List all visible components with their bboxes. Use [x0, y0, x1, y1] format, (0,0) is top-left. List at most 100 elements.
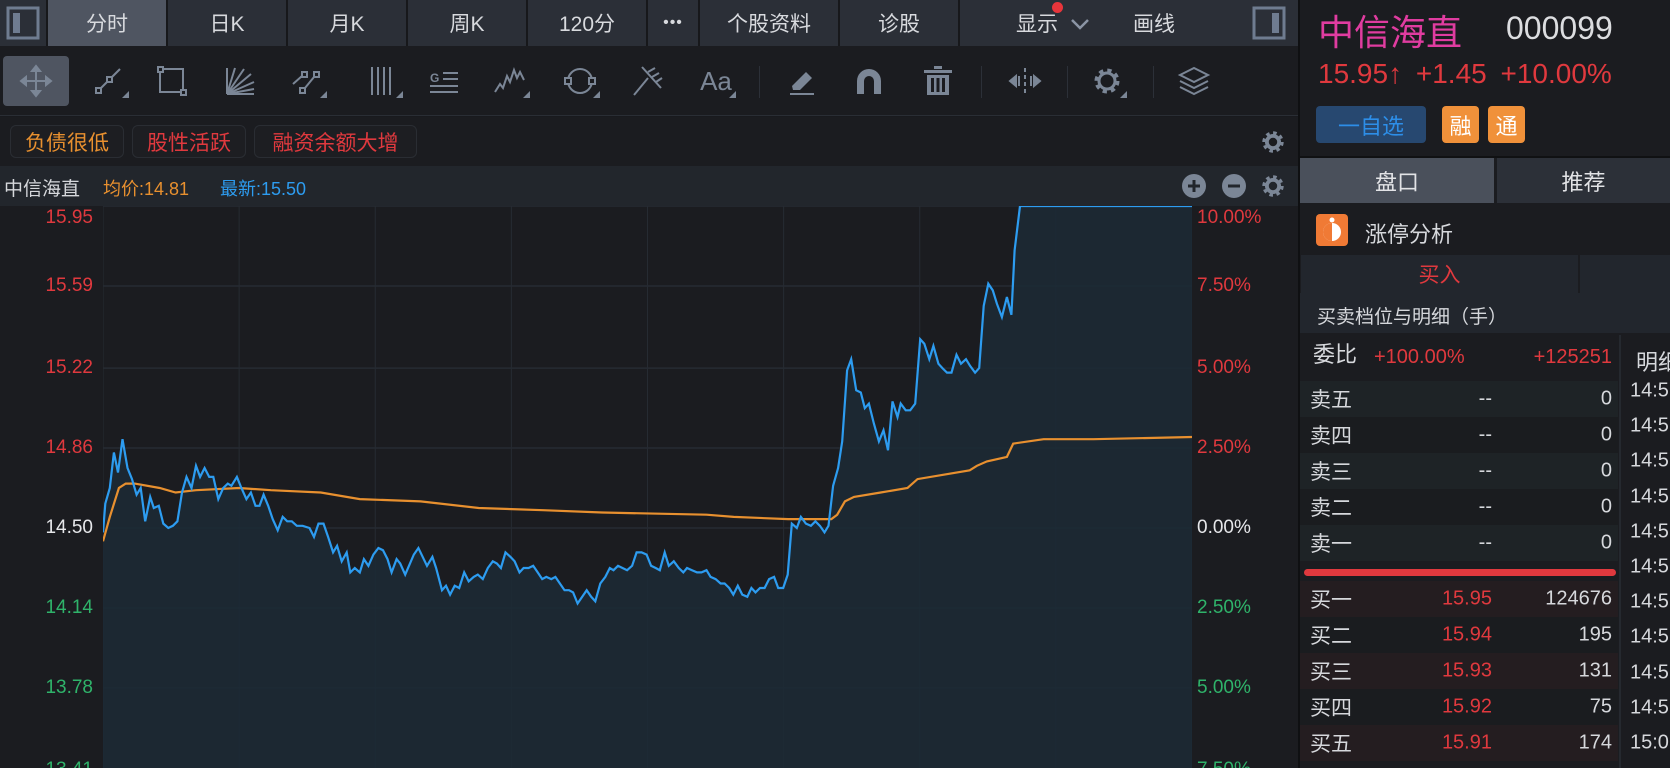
- more-tabs-button[interactable]: •••: [648, 0, 698, 46]
- move-tool-button[interactable]: [3, 56, 69, 106]
- left-panel-icon: [6, 6, 40, 40]
- eraser-tool-button[interactable]: [775, 56, 827, 106]
- magnet-icon: [857, 69, 881, 94]
- vertical-lines-tool-button[interactable]: [357, 56, 409, 106]
- tag-low-debt[interactable]: 负债很低: [10, 125, 124, 158]
- ask-bid-ratio-bar: [1304, 569, 1616, 576]
- ask-price: --: [1478, 387, 1492, 410]
- ask-level-label: 卖三: [1310, 461, 1352, 484]
- tab-daily-k[interactable]: 日K: [168, 0, 286, 46]
- trade-time: 15:0: [1630, 731, 1669, 754]
- magnet-tool-button[interactable]: [843, 56, 895, 106]
- ask-row[interactable]: 卖二 -- 0: [1300, 489, 1618, 525]
- percent-tick-label: 7.50%: [1197, 274, 1251, 296]
- zoom-out-button[interactable]: [1222, 174, 1246, 204]
- ask-level-label: 卖四: [1310, 425, 1352, 448]
- plot-area: [103, 206, 1192, 768]
- limit-up-analysis-icon: [1316, 214, 1348, 246]
- fan-tool-button[interactable]: [214, 56, 266, 106]
- stock-connect-badge[interactable]: 通: [1488, 106, 1525, 143]
- percent-tick-label: 2.50%: [1197, 437, 1251, 459]
- rectangle-tool-button[interactable]: [146, 56, 198, 106]
- buy-button[interactable]: 买入: [1301, 255, 1578, 293]
- ask-row[interactable]: 卖三 -- 0: [1300, 453, 1618, 489]
- remove-watchlist-button[interactable]: 一自选: [1316, 106, 1426, 143]
- tab-stock-profile[interactable]: 个股资料: [700, 0, 838, 46]
- gear-icon: [1262, 131, 1284, 153]
- bid-quantity: 174: [1578, 731, 1612, 754]
- tab-weekly-k[interactable]: 周K: [408, 0, 526, 46]
- limit-up-analysis-row[interactable]: 涨停分析: [1300, 205, 1670, 253]
- bid-row[interactable]: 买四 15.92 75: [1300, 689, 1618, 725]
- price-tick-label: 15.59: [45, 274, 93, 296]
- chart-settings-button[interactable]: [1260, 173, 1286, 205]
- tag-margin-increase[interactable]: 融资余额大增: [254, 125, 417, 158]
- submenu-triangle-icon: [122, 91, 129, 98]
- tag-active-stock[interactable]: 股性活跃: [132, 125, 246, 158]
- bid-row[interactable]: 买二 15.94 195: [1300, 617, 1618, 653]
- ask-quantity: 0: [1600, 531, 1612, 554]
- text-tool-button[interactable]: Aa: [690, 56, 742, 106]
- trade-time: 14:5: [1630, 379, 1669, 402]
- percent-tick-label: 0.00%: [1197, 517, 1251, 538]
- bid-level-label: 买三: [1310, 661, 1352, 684]
- intraday-chart[interactable]: 15.95 15.59 15.22 14.86 14.50 14.14 13.78 13.41…: [0, 206, 1298, 768]
- layers-button[interactable]: [1168, 56, 1220, 106]
- tab-diagnosis[interactable]: 诊股: [840, 0, 958, 46]
- vertical-lines-icon: [371, 67, 391, 95]
- submenu-triangle-icon: [729, 91, 736, 98]
- sell-button[interactable]: [1580, 255, 1670, 293]
- plus-circle-icon: [1182, 174, 1206, 198]
- gann-lines-icon: G: [430, 71, 458, 93]
- zoom-in-button[interactable]: [1182, 174, 1206, 204]
- bid-price: 15.93: [1441, 659, 1492, 682]
- display-draw-area: 显示 画线: [960, 0, 1298, 46]
- bid-row[interactable]: 买五 15.91 174: [1300, 725, 1618, 761]
- ask-row[interactable]: 卖五 -- 0: [1300, 381, 1618, 417]
- pitchfork-tool-button[interactable]: [622, 56, 674, 106]
- draw-lines-button[interactable]: 画线: [1133, 8, 1175, 38]
- bid-level-label: 买二: [1310, 625, 1352, 648]
- percent-tick-label: 5.00%: [1197, 357, 1251, 379]
- gann-tool-button[interactable]: G: [418, 56, 470, 106]
- submenu-triangle-icon: [593, 91, 600, 98]
- toolbar-divider: [1153, 66, 1154, 98]
- tab-intraday[interactable]: 分时: [48, 0, 166, 46]
- ask-level-label: 卖一: [1310, 533, 1352, 556]
- price-tick-label: 14.86: [45, 437, 93, 459]
- draw-settings-button[interactable]: [1081, 56, 1133, 106]
- bid-quantity: 195: [1578, 623, 1612, 646]
- tags-settings-button[interactable]: [1260, 129, 1286, 160]
- split-tool-button[interactable]: [999, 56, 1051, 106]
- delete-all-button[interactable]: [912, 56, 964, 106]
- tab-order-book[interactable]: 盘口: [1300, 158, 1494, 203]
- line-segment-tool-button[interactable]: [83, 56, 135, 106]
- ratio-pct: +100.00%: [1374, 346, 1465, 368]
- margin-trading-badge[interactable]: 融: [1442, 106, 1479, 143]
- percent-tick-label: 5.00%: [1197, 676, 1251, 698]
- avg-price-label: 均价:14.81: [103, 179, 190, 199]
- display-menu-button[interactable]: 显示: [1016, 2, 1090, 38]
- trade-time: 14:5: [1630, 696, 1669, 719]
- line-segment-icon: [95, 68, 121, 94]
- bid-price: 15.94: [1441, 623, 1492, 646]
- bid-row[interactable]: 买三 15.93 131: [1300, 653, 1618, 689]
- tab-recommend[interactable]: 推荐: [1497, 158, 1670, 203]
- quote-panel: 中信海直 000099 15.95↑ +1.45 +10.00% 一自选 融 通…: [1300, 0, 1670, 768]
- bid-row[interactable]: 买一 15.95 124676: [1300, 581, 1618, 617]
- percent-tick-label: 2.50%: [1197, 596, 1251, 618]
- tab-120min[interactable]: 120分: [528, 0, 646, 46]
- tab-monthly-k[interactable]: 月K: [288, 0, 406, 46]
- toggle-left-panel-button[interactable]: [0, 0, 46, 46]
- ask-row[interactable]: 卖一 -- 0: [1300, 525, 1618, 561]
- ellipse-tool-button[interactable]: [554, 56, 606, 106]
- display-label: 显示: [1016, 13, 1058, 36]
- bid-price: 15.92: [1441, 695, 1492, 718]
- ask-price: --: [1478, 423, 1492, 446]
- chart-tab-bar: 分时 日K 月K 周K 120分 ••• 个股资料 诊股 显示 画线: [0, 0, 1298, 46]
- toggle-right-panel-button[interactable]: [1252, 6, 1286, 46]
- eraser-icon: [790, 72, 814, 95]
- ask-row[interactable]: 卖四 -- 0: [1300, 417, 1618, 453]
- parallel-channel-tool-button[interactable]: [281, 56, 333, 106]
- wave-tool-button[interactable]: [484, 56, 536, 106]
